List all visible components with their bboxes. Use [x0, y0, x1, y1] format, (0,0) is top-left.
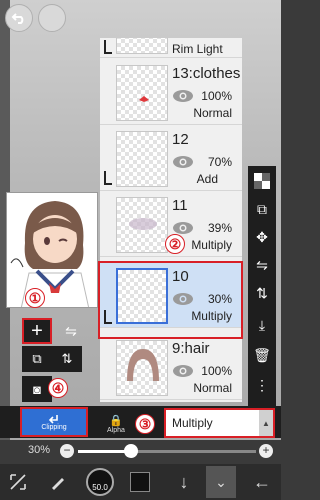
merge-down-icon[interactable]: ⤓ — [248, 312, 276, 338]
right-toolbar: ⧉ ✥ ⇋ ⇅ ⤓ 🗑 ⋮ — [248, 166, 276, 406]
layer-thumbnail — [116, 197, 168, 253]
layer-name: 11 — [172, 197, 188, 214]
rotate-layer-button[interactable]: ⇅ — [52, 346, 82, 372]
layer-thumbnail — [116, 340, 168, 396]
camera-icon: ◙ — [33, 381, 41, 397]
duplicate-icon: ⧉ — [32, 351, 42, 366]
rotate-icon: ⇅ — [61, 351, 73, 366]
visibility-eye-icon[interactable] — [172, 155, 194, 169]
undo-button[interactable] — [5, 4, 33, 32]
layer-preview-image — [6, 192, 98, 308]
layer-blend-mode: Add — [196, 172, 218, 186]
layer-panel: Rim Light 13:clothes 100% Normal 12 70% … — [100, 38, 242, 402]
layer-name: Rim Light — [172, 42, 223, 56]
layer-opacity: 100% — [201, 364, 232, 378]
layer-thumbnail — [116, 65, 168, 121]
current-color-swatch — [130, 472, 150, 492]
flip-horizontal-icon[interactable]: ⇋ — [248, 252, 276, 278]
layer-thumbnail — [116, 38, 168, 54]
layer-opacity: 70% — [207, 155, 232, 169]
back-arrow-icon: ← — [253, 471, 271, 492]
marker-2: ② — [165, 234, 185, 254]
scroll-down-button[interactable]: ↓ — [170, 466, 198, 498]
layer-name: 9:hair — [172, 340, 210, 357]
visibility-eye-icon[interactable] — [172, 364, 194, 378]
opacity-slider-fill — [78, 450, 132, 453]
alpha-label: Alpha — [107, 427, 125, 434]
layer-name: 12 — [172, 131, 189, 148]
brush-tool-button[interactable] — [44, 466, 72, 498]
layer-name: 13:clothes — [172, 65, 241, 82]
layer-opacity: 100% — [201, 89, 232, 103]
highlight-clipping — [20, 407, 88, 437]
highlight-blend-mode — [164, 408, 275, 438]
marker-3: ③ — [135, 414, 155, 434]
layers-button[interactable]: ⌄ — [206, 466, 236, 498]
move-icon[interactable]: ✥ — [248, 224, 276, 250]
layer-copy-icon[interactable]: ⧉ — [248, 196, 276, 222]
marker-4: ④ — [48, 378, 68, 398]
layer-blend-mode: Normal — [193, 106, 232, 120]
layer-thumbnail — [116, 131, 168, 187]
brush-size-button[interactable]: 50.0 — [84, 466, 116, 498]
hair-thumb-icon — [127, 349, 159, 381]
flip-layer-button[interactable]: ⇋ — [56, 318, 86, 344]
opacity-label: 30% — [28, 444, 51, 456]
add-layer-button[interactable]: + — [22, 318, 52, 344]
double-chevron-down-icon: ⌄ — [215, 473, 227, 490]
layer-row[interactable]: 13:clothes 100% Normal — [100, 59, 242, 125]
layer-row-partial[interactable]: Rim Light — [100, 38, 242, 58]
transform-icon — [10, 474, 26, 490]
trash-icon[interactable]: 🗑 — [248, 342, 276, 368]
transform-tool-button[interactable] — [4, 466, 32, 498]
opacity-plus-button[interactable]: + — [259, 444, 273, 458]
checker-transparency-icon[interactable] — [248, 168, 276, 194]
opacity-minus-button[interactable]: − — [60, 444, 74, 458]
visibility-eye-icon[interactable] — [172, 221, 194, 235]
marker-1: ① — [25, 288, 45, 308]
layer-blend-mode: Normal — [193, 381, 232, 395]
brush-icon — [52, 478, 64, 490]
rotate-icon[interactable]: ⇅ — [248, 280, 276, 306]
back-button[interactable]: ← — [248, 466, 276, 498]
undo-icon — [11, 13, 24, 24]
blush-thumb-icon — [129, 218, 157, 230]
flip-icon: ⇋ — [65, 322, 77, 339]
lock-icon: 🔒 — [109, 415, 123, 427]
color-picker-button[interactable] — [126, 466, 154, 498]
more-options-icon[interactable]: ⋮ — [248, 372, 276, 398]
down-arrow-icon: ↓ — [179, 471, 189, 492]
visibility-eye-icon[interactable] — [172, 89, 194, 103]
redo-button[interactable] — [38, 4, 66, 32]
clipping-indicator-icon — [104, 171, 112, 185]
layer-opacity: 39% — [207, 221, 232, 235]
duplicate-layer-button[interactable]: ⧉ — [22, 346, 52, 372]
layer-row[interactable]: 12 70% Add — [100, 125, 242, 191]
plus-icon: + — [31, 320, 43, 342]
brush-size-value: 50.0 — [86, 468, 114, 496]
layer-row[interactable]: 9:hair 100% Normal — [100, 334, 242, 400]
red-bow-thumb-icon — [139, 96, 149, 102]
clipping-indicator-icon — [104, 40, 112, 54]
alpha-lock-button[interactable]: 🔒 Alpha — [95, 410, 137, 434]
layer-blend-mode: Multiply — [191, 238, 232, 252]
highlight-selected-layer — [98, 261, 243, 339]
